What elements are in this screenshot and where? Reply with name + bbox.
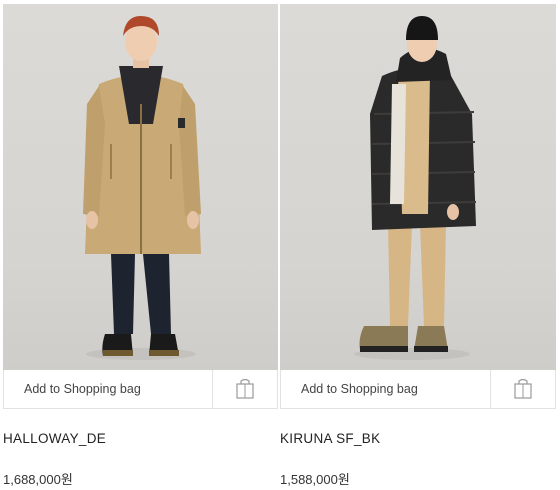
bag-icon-button[interactable] <box>490 370 555 408</box>
bag-icon-button[interactable] <box>212 370 277 408</box>
model-illustration <box>83 16 201 360</box>
product-name[interactable]: KIRUNA SF_BK <box>280 431 556 447</box>
product-card[interactable]: Add to Shopping bag KIRUNA SF_BK 1,588,0… <box>280 4 556 488</box>
product-price: 1,588,000원 <box>280 472 350 487</box>
product-name[interactable]: HALLOWAY_DE <box>3 431 278 447</box>
product-image[interactable] <box>3 4 278 370</box>
shopping-bag-icon <box>236 378 254 399</box>
add-to-bag-button[interactable]: Add to Shopping bag <box>4 370 212 408</box>
add-to-bag-row: Add to Shopping bag <box>280 370 556 409</box>
shopping-bag-icon <box>514 378 532 399</box>
product-image[interactable] <box>280 4 556 370</box>
add-to-bag-button[interactable]: Add to Shopping bag <box>281 370 490 408</box>
product-price: 1,688,000원 <box>3 472 73 487</box>
product-card[interactable]: Add to Shopping bag HALLOWAY_DE 1,688,00… <box>3 4 278 488</box>
model-illustration <box>354 16 477 360</box>
add-to-bag-row: Add to Shopping bag <box>3 370 278 409</box>
